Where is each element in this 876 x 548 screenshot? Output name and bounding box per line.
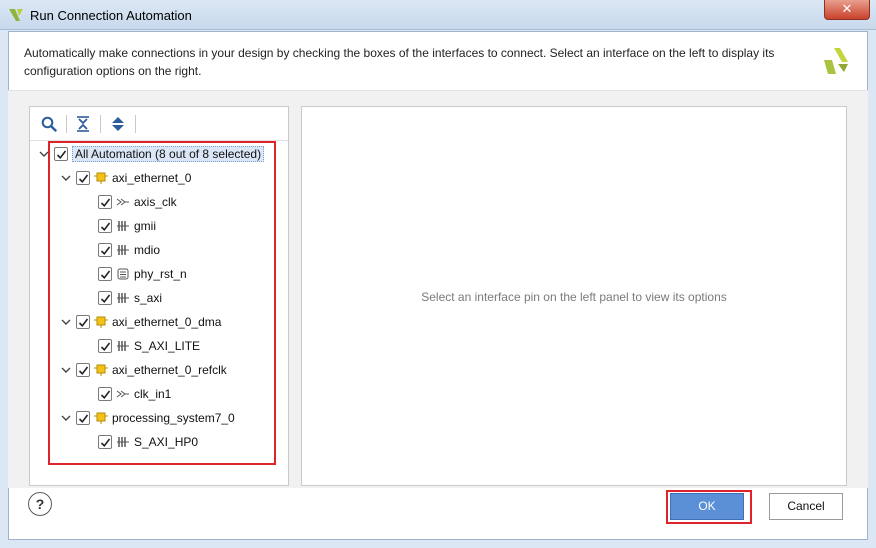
toolbar-separator [135,115,136,133]
toolbar-separator [66,115,67,133]
options-placeholder: Select an interface pin on the left pane… [421,290,727,304]
toolbar-separator [100,115,101,133]
collapse-all-icon[interactable] [74,115,92,133]
help-button[interactable]: ? [28,492,52,516]
title-bar: Run Connection Automation ✕ [0,0,876,30]
window-title: Run Connection Automation [30,8,192,23]
vivado-logo-icon [9,9,23,21]
options-panel: Select an interface pin on the left pane… [301,106,847,486]
tree-highlight-box [48,141,276,465]
expand-all-icon[interactable] [109,115,127,133]
dialog-description: Automatically make connections in your d… [24,46,775,78]
close-button[interactable]: ✕ [824,0,870,20]
cancel-button[interactable]: Cancel [769,493,843,520]
search-icon[interactable] [40,115,58,133]
ok-highlight-box [666,490,752,524]
vivado-brand-logo-icon [824,48,848,74]
tree-toolbar [30,107,288,141]
